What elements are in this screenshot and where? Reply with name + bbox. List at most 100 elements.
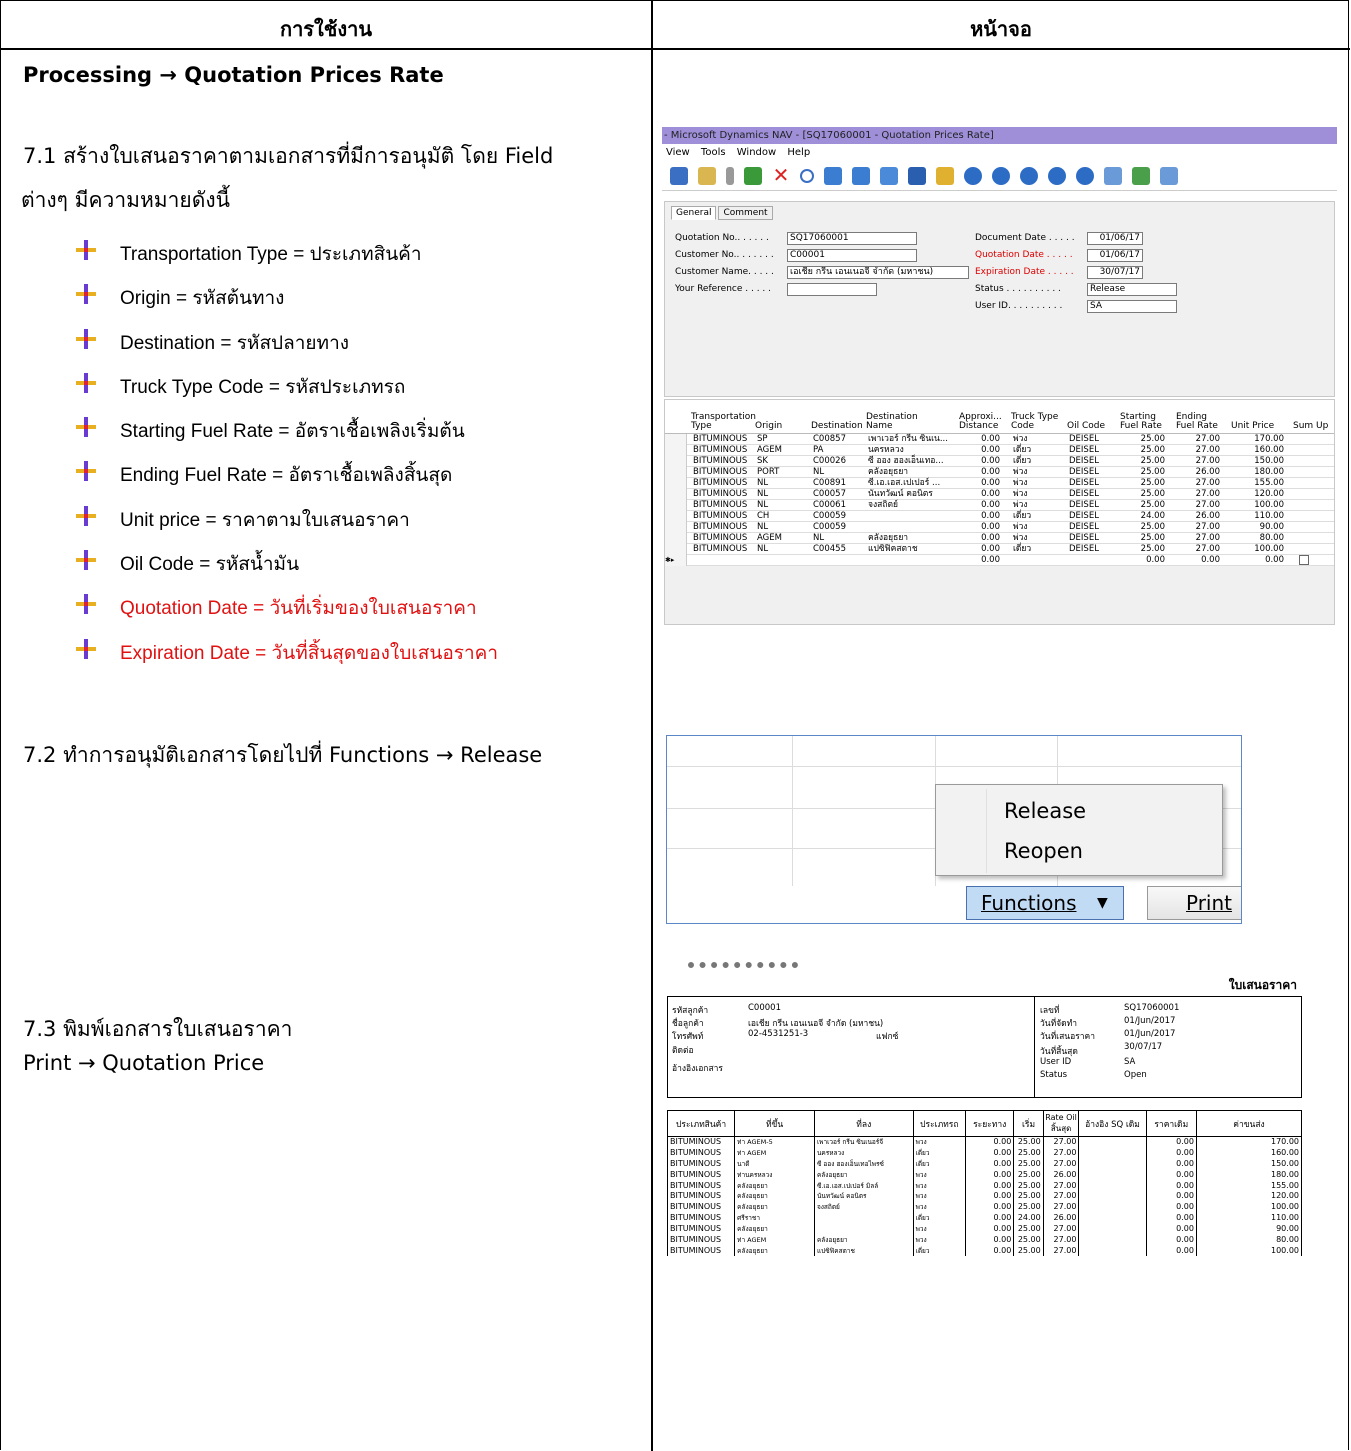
row-selector[interactable]: ✱▸ bbox=[665, 555, 687, 566]
grid-column-header[interactable]: Approxi... Distance bbox=[959, 413, 1011, 431]
grid-cell[interactable]: 0.00 bbox=[1201, 555, 1220, 566]
menu-view[interactable]: View bbox=[666, 147, 690, 158]
delete-icon[interactable]: ✕ bbox=[772, 165, 790, 185]
grid-cell[interactable]: 80.00 bbox=[1260, 533, 1284, 544]
grid-cell[interactable]: เดี่ยว bbox=[1013, 511, 1031, 522]
grid-cell[interactable]: 0.00 bbox=[981, 533, 1000, 544]
grid-cell[interactable]: BITUMINOUS bbox=[693, 478, 747, 489]
field-input[interactable]: C00001 bbox=[787, 249, 917, 262]
grid-column-header[interactable]: Unit Price bbox=[1231, 422, 1283, 431]
grid-cell[interactable]: 100.00 bbox=[1254, 500, 1284, 511]
field-input[interactable]: 01/06/17 bbox=[1087, 249, 1143, 262]
grid-cell[interactable]: 25.00 bbox=[1141, 445, 1165, 456]
grid-cell[interactable]: 25.00 bbox=[1141, 522, 1165, 533]
grid-cell[interactable]: พ่วง bbox=[1013, 434, 1028, 445]
grid-cell[interactable]: DEISEL bbox=[1069, 445, 1099, 456]
grid-cell[interactable]: C00057 bbox=[813, 489, 846, 500]
row-selector[interactable] bbox=[665, 500, 687, 511]
grid-cell[interactable]: 0.00 bbox=[1146, 555, 1165, 566]
grid-cell[interactable]: 24.00 bbox=[1141, 511, 1165, 522]
grid-cell[interactable]: BITUMINOUS bbox=[693, 456, 747, 467]
new-record-icon[interactable] bbox=[744, 166, 762, 185]
menu-tools[interactable]: Tools bbox=[701, 147, 726, 158]
field-input[interactable]: 30/07/17 bbox=[1087, 266, 1143, 279]
grid-cell[interactable]: NL bbox=[757, 478, 768, 489]
grid-cell[interactable]: 150.00 bbox=[1254, 456, 1284, 467]
first-record-icon[interactable] bbox=[964, 166, 982, 185]
grid-cell[interactable]: 0.00 bbox=[981, 555, 1000, 566]
grid-cell[interactable]: BITUMINOUS bbox=[693, 467, 747, 478]
grid-cell[interactable]: 0.00 bbox=[981, 511, 1000, 522]
send-icon[interactable] bbox=[1160, 166, 1178, 185]
grid-cell[interactable]: จงสถิตย์ bbox=[868, 500, 898, 511]
grid-cell[interactable]: พ่วง bbox=[1013, 467, 1028, 478]
grid-cell[interactable]: BITUMINOUS bbox=[693, 522, 747, 533]
grid-cell[interactable]: DEISEL bbox=[1069, 544, 1099, 555]
grid-cell[interactable]: 27.00 bbox=[1196, 478, 1220, 489]
grid-cell[interactable]: เพาเวอร์ กรีน ซินเน... bbox=[868, 434, 948, 445]
grid-cell[interactable]: 0.00 bbox=[981, 456, 1000, 467]
grid-column-header[interactable]: Sum Up bbox=[1293, 422, 1345, 431]
grid-cell[interactable]: 25.00 bbox=[1141, 489, 1165, 500]
grid-cell[interactable]: นครหลวง bbox=[868, 445, 904, 456]
grid-cell[interactable]: 0.00 bbox=[1265, 555, 1284, 566]
export-excel-icon[interactable] bbox=[1132, 166, 1150, 185]
paste-icon[interactable] bbox=[698, 166, 716, 185]
grid-cell[interactable]: 155.00 bbox=[1254, 478, 1284, 489]
field-input[interactable]: เอเชีย กรีน เอนเนอจี จำกัด (มหาชน) bbox=[787, 266, 969, 279]
row-selector[interactable] bbox=[665, 456, 687, 467]
row-selector[interactable] bbox=[665, 511, 687, 522]
grid-cell[interactable]: นันทวัฒน์ คอนิตร bbox=[868, 489, 933, 500]
grid-cell[interactable]: ซี ออง ฮองเอ็นเทอ... bbox=[868, 456, 944, 467]
row-selector[interactable] bbox=[665, 445, 687, 456]
functions-button[interactable]: Functions ▼ bbox=[966, 886, 1124, 920]
find-icon[interactable] bbox=[800, 168, 814, 183]
export-word-icon[interactable] bbox=[1104, 166, 1122, 185]
grid-cell[interactable]: AGEM bbox=[757, 445, 782, 456]
grid-cell[interactable]: 110.00 bbox=[1254, 511, 1284, 522]
next-record-icon[interactable] bbox=[1020, 166, 1038, 185]
grid-column-header[interactable]: Ending Fuel Rate bbox=[1176, 413, 1228, 431]
row-selector[interactable] bbox=[665, 489, 687, 500]
print-button[interactable]: Print bbox=[1147, 886, 1241, 920]
grid-cell[interactable]: 0.00 bbox=[981, 434, 1000, 445]
grid-column-header[interactable]: Transportation Type bbox=[691, 413, 756, 431]
grid-cell[interactable]: 26.00 bbox=[1196, 511, 1220, 522]
grid-cell[interactable]: 27.00 bbox=[1196, 533, 1220, 544]
grid-cell[interactable]: C00857 bbox=[813, 434, 846, 445]
attach-icon[interactable] bbox=[726, 166, 734, 185]
grid-cell[interactable]: BITUMINOUS bbox=[693, 511, 747, 522]
grid-cell[interactable]: 0.00 bbox=[981, 478, 1000, 489]
grid-row[interactable]: BITUMINOUS SK C00026 ซี ออง ฮองเอ็นเทอ... 0.… bbox=[665, 456, 1334, 467]
grid-cell[interactable]: 0.00 bbox=[981, 489, 1000, 500]
flow-filter-icon[interactable] bbox=[880, 166, 898, 185]
grid-cell[interactable]: DEISEL bbox=[1069, 489, 1099, 500]
grid-cell[interactable]: DEISEL bbox=[1069, 511, 1099, 522]
grid-cell[interactable]: CH bbox=[757, 511, 769, 522]
grid-cell[interactable]: AGEM bbox=[757, 533, 782, 544]
grid-cell[interactable]: DEISEL bbox=[1069, 467, 1099, 478]
field-input[interactable]: SQ17060001 bbox=[787, 232, 917, 245]
grid-cell[interactable]: C00061 bbox=[813, 500, 846, 511]
grid-cell[interactable]: 27.00 bbox=[1196, 522, 1220, 533]
menu-window[interactable]: Window bbox=[737, 147, 776, 158]
grid-cell[interactable]: DEISEL bbox=[1069, 522, 1099, 533]
sum-up-checkbox[interactable] bbox=[1299, 555, 1309, 565]
grid-cell[interactable]: 0.00 bbox=[981, 500, 1000, 511]
menu-item-reopen[interactable]: Reopen bbox=[1004, 839, 1083, 863]
grid-cell[interactable]: NL bbox=[757, 544, 768, 555]
grid-row[interactable]: BITUMINOUS AGEM PA นครหลวง 0.00 เดี่ยว DEISEL 2… bbox=[665, 445, 1334, 456]
row-selector[interactable] bbox=[665, 467, 687, 478]
grid-cell[interactable]: พ่วง bbox=[1013, 522, 1028, 533]
grid-cell[interactable]: แปซิฟิคสตาช bbox=[868, 544, 918, 555]
grid-column-header[interactable]: Origin bbox=[755, 422, 807, 431]
row-selector[interactable] bbox=[665, 434, 687, 445]
grid-cell[interactable]: พ่วง bbox=[1013, 500, 1028, 511]
field-input[interactable]: 01/06/17 bbox=[1087, 232, 1143, 245]
grid-row[interactable]: BITUMINOUS PORT NL คลังอยุธยา 0.00 พ่วง DEISEL… bbox=[665, 467, 1334, 478]
copy-icon[interactable] bbox=[670, 166, 688, 185]
grid-cell[interactable]: DEISEL bbox=[1069, 533, 1099, 544]
grid-cell[interactable]: เดี่ยว bbox=[1013, 445, 1031, 456]
tab-general[interactable]: General bbox=[671, 206, 717, 220]
grid-cell[interactable]: 25.00 bbox=[1141, 478, 1165, 489]
